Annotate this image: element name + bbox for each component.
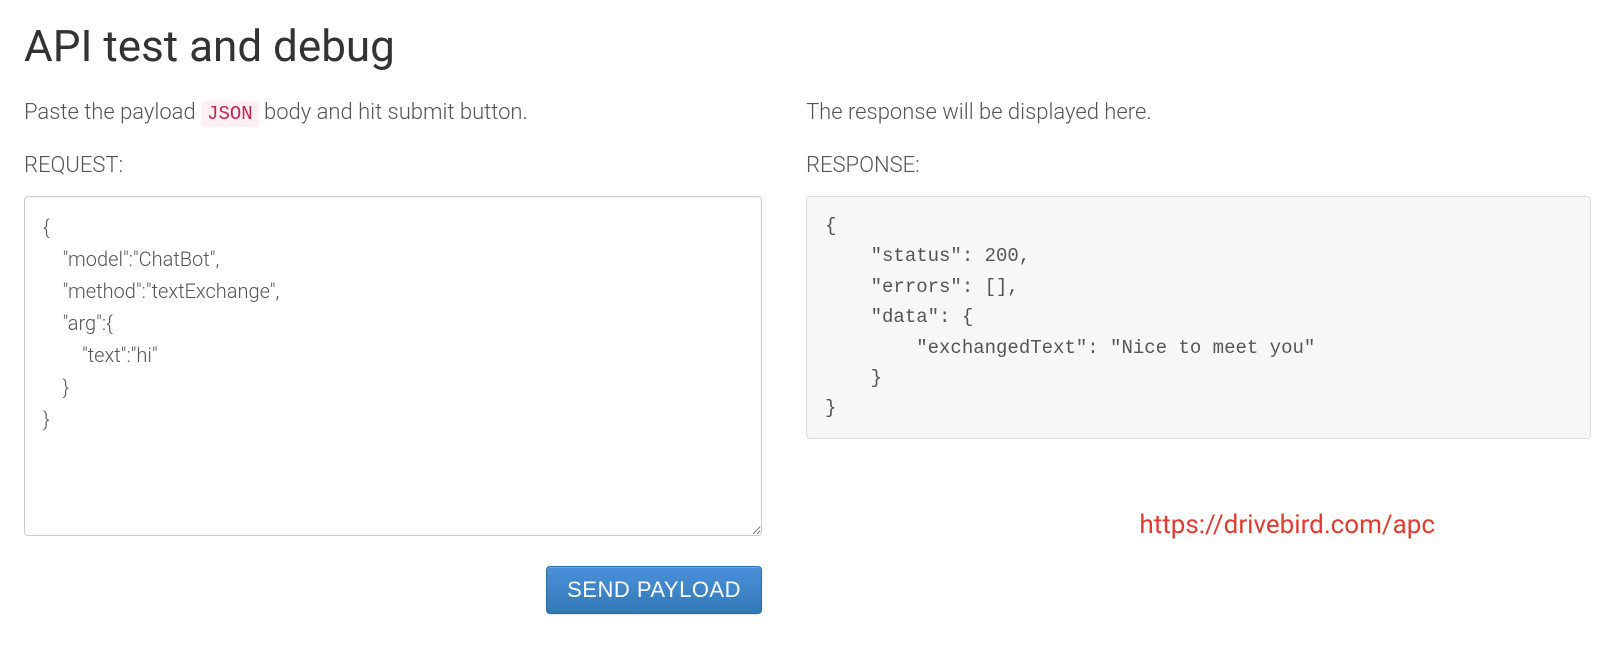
request-lead: Paste the payload JSON body and hit subm… <box>24 100 762 125</box>
response-lead: The response will be displayed here. <box>806 100 1591 125</box>
send-payload-button[interactable]: SEND PAYLOAD <box>546 566 762 614</box>
request-lead-after: body and hit submit button. <box>259 100 528 125</box>
overlay-link[interactable]: https://drivebird.com/apc <box>1139 510 1435 540</box>
page-title: API test and debug <box>24 20 1591 72</box>
request-column: Paste the payload JSON body and hit subm… <box>24 100 762 614</box>
response-section-label: RESPONSE: <box>806 153 1591 178</box>
payload-textarea[interactable] <box>24 196 762 536</box>
json-code-badge: JSON <box>201 101 259 127</box>
request-section-label: REQUEST: <box>24 153 762 178</box>
response-body: { "status": 200, "errors": [], "data": {… <box>806 196 1591 439</box>
request-lead-before: Paste the payload <box>24 100 201 125</box>
